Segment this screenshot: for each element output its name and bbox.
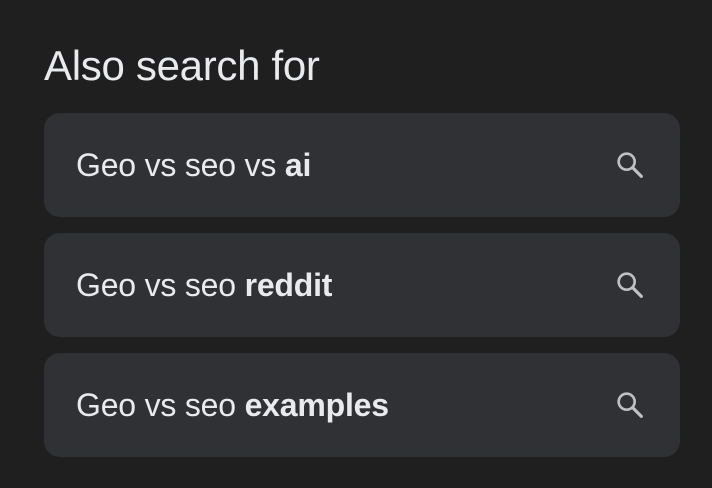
suggestion-label: Geo vs seo examples xyxy=(76,385,389,425)
also-search-for-panel: Also search for Geo vs seo vs ai Geo vs … xyxy=(0,0,712,488)
suggestion-label: Geo vs seo vs ai xyxy=(76,145,311,185)
suggestion-prefix: Geo vs seo vs xyxy=(76,147,285,183)
suggestion-bold-term: reddit xyxy=(244,267,333,303)
suggestion-chip-reddit[interactable]: Geo vs seo reddit xyxy=(44,233,680,337)
search-icon xyxy=(612,267,648,303)
suggestion-prefix: Geo vs seo xyxy=(76,267,245,303)
suggestion-bold-term: examples xyxy=(244,387,389,423)
suggestion-list: Geo vs seo vs ai Geo vs seo reddit Geo v… xyxy=(44,113,680,473)
suggestion-chip-ai[interactable]: Geo vs seo vs ai xyxy=(44,113,680,217)
search-icon xyxy=(612,147,648,183)
section-heading: Also search for xyxy=(44,42,320,89)
suggestion-bold-term: ai xyxy=(284,147,312,183)
suggestion-chip-examples[interactable]: Geo vs seo examples xyxy=(44,353,680,457)
suggestion-label: Geo vs seo reddit xyxy=(76,265,332,305)
search-icon xyxy=(612,387,648,423)
suggestion-prefix: Geo vs seo xyxy=(76,387,245,423)
